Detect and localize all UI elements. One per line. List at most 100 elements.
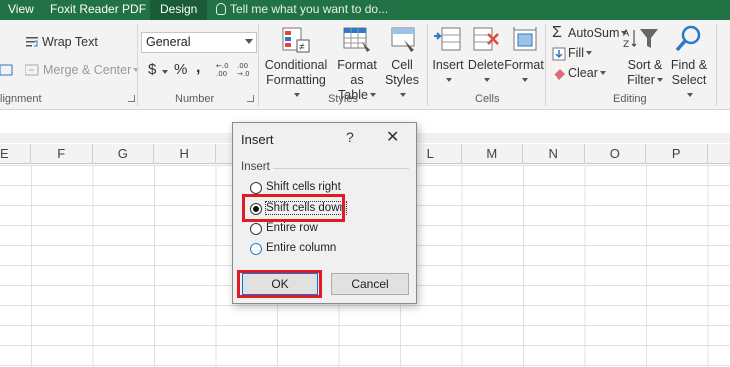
editing-group-label: Editing bbox=[613, 93, 647, 105]
increase-decimal-icon[interactable]: ←.0 .00 bbox=[215, 61, 233, 77]
radio-button[interactable] bbox=[250, 223, 262, 235]
delete-label: Delete bbox=[467, 58, 505, 72]
svg-text:≠: ≠ bbox=[299, 42, 305, 53]
fill-button[interactable]: Fill bbox=[568, 46, 592, 60]
cells-group-label: Cells bbox=[475, 93, 500, 105]
column-header[interactable]: M bbox=[462, 144, 523, 164]
styles-group-label: Styles bbox=[328, 93, 358, 105]
delete-button[interactable]: Delete bbox=[466, 58, 506, 88]
tell-me-text: Tell me what you want to do... bbox=[230, 2, 389, 16]
format-button[interactable]: Format bbox=[504, 58, 544, 88]
format-as-table-icon bbox=[343, 27, 370, 52]
svg-text:Z: Z bbox=[623, 40, 629, 50]
radio-label: Entire row bbox=[266, 222, 318, 234]
cell-styles-line2: Styles bbox=[384, 73, 420, 87]
number-group-label: Number bbox=[175, 93, 215, 105]
decrease-decimal-icon[interactable]: .00 →.0 bbox=[236, 61, 254, 77]
insert-group-label: Insert bbox=[241, 161, 270, 173]
find-select-line2: Select bbox=[671, 73, 707, 87]
lightbulb-icon bbox=[216, 3, 226, 15]
ribbon-separator bbox=[258, 24, 259, 106]
sigma-icon: Σ bbox=[552, 24, 562, 41]
comma-button[interactable]: , bbox=[196, 59, 200, 77]
svg-text:.00: .00 bbox=[237, 62, 248, 70]
autosum-label: AutoSum bbox=[568, 26, 620, 40]
format-label: Format bbox=[504, 58, 544, 72]
cell-styles-button[interactable]: Cell Styles bbox=[382, 58, 422, 103]
merge-center-button[interactable]: Merge & Center bbox=[43, 63, 140, 77]
sort-filter-icon: A Z bbox=[623, 29, 658, 50]
group-divider bbox=[273, 168, 409, 169]
chevron-down-icon bbox=[294, 93, 300, 97]
highlight-box-ok bbox=[237, 270, 322, 298]
clear-label: Clear bbox=[568, 66, 598, 80]
column-header[interactable]: G bbox=[93, 144, 154, 164]
conditional-formatting-button[interactable]: Conditional Formatting bbox=[263, 58, 329, 103]
chevron-down-icon bbox=[400, 93, 406, 97]
ribbon-separator bbox=[427, 24, 428, 106]
chevron-down-icon bbox=[245, 39, 253, 44]
merge-center-icon bbox=[25, 64, 39, 76]
column-header[interactable]: N bbox=[523, 144, 585, 164]
tab-foxit-reader-pdf[interactable]: Foxit Reader PDF bbox=[50, 2, 146, 16]
ribbon-separator bbox=[545, 24, 546, 106]
cancel-button[interactable]: Cancel bbox=[331, 273, 409, 295]
chevron-down-icon bbox=[484, 78, 490, 82]
radio-button[interactable] bbox=[250, 182, 262, 194]
dialog-title: Insert bbox=[241, 132, 274, 147]
chevron-down-icon bbox=[522, 78, 528, 82]
help-button[interactable]: ? bbox=[346, 129, 354, 145]
delete-cells-icon bbox=[473, 27, 499, 51]
column-header[interactable]: P bbox=[646, 144, 708, 164]
autosum-button[interactable]: AutoSum bbox=[568, 26, 628, 40]
column-header[interactable]: F bbox=[31, 144, 93, 164]
currency-button[interactable]: $ bbox=[148, 61, 156, 78]
chevron-down-icon bbox=[162, 70, 168, 74]
percent-button[interactable]: % bbox=[174, 61, 187, 78]
fill-label: Fill bbox=[568, 46, 584, 60]
column-header[interactable]: E bbox=[0, 144, 31, 164]
radio-button[interactable] bbox=[250, 243, 262, 255]
ribbon-tab-bar: View Foxit Reader PDF Design Tell me wha… bbox=[0, 0, 730, 20]
ribbon-separator bbox=[137, 24, 138, 106]
conditional-formatting-line1: Conditional bbox=[264, 58, 328, 72]
radio-label: Shift cells right bbox=[266, 181, 341, 193]
chevron-down-icon bbox=[585, 51, 592, 55]
sort-filter-button[interactable]: Sort & Filter bbox=[624, 58, 666, 88]
cell-styles-line1: Cell bbox=[391, 58, 413, 72]
svg-text:→.0: →.0 bbox=[237, 70, 250, 77]
ribbon-separator bbox=[716, 24, 717, 106]
insert-button[interactable]: Insert bbox=[429, 58, 467, 88]
format-cells-icon bbox=[513, 27, 537, 51]
clear-button[interactable]: Clear bbox=[568, 66, 606, 80]
svg-text:A: A bbox=[623, 29, 630, 39]
tab-design[interactable]: Design bbox=[150, 0, 208, 20]
eraser-icon bbox=[553, 69, 565, 80]
column-header[interactable]: H bbox=[154, 144, 216, 164]
number-format-select[interactable]: General bbox=[141, 32, 257, 53]
tell-me-search[interactable]: Tell me what you want to do... bbox=[216, 2, 388, 16]
highlight-box-shift-cells-down bbox=[242, 194, 345, 222]
format-as-table-line1: Format as bbox=[337, 58, 377, 87]
wrap-text-button[interactable]: Wrap Text bbox=[42, 35, 98, 49]
column-header[interactable]: O bbox=[585, 144, 646, 164]
close-icon[interactable]: ✕ bbox=[386, 127, 399, 147]
cell-styles-icon bbox=[391, 27, 415, 52]
svg-text:←.0: ←.0 bbox=[216, 62, 229, 70]
find-select-line1: Find & bbox=[670, 58, 708, 72]
chevron-down-icon bbox=[599, 71, 606, 75]
merge-center-label: Merge & Center bbox=[43, 63, 132, 77]
alignment-launcher-icon[interactable] bbox=[128, 95, 135, 102]
number-format-value: General bbox=[146, 35, 191, 49]
wrap-text-icon bbox=[26, 37, 38, 47]
fill-down-icon bbox=[552, 47, 566, 61]
number-launcher-icon[interactable] bbox=[247, 95, 254, 102]
alignment-group-label: lignment bbox=[0, 93, 42, 105]
sort-filter-line1: Sort & bbox=[627, 58, 663, 72]
ribbon: Wrap Text Merge & Center lignment Genera… bbox=[0, 20, 730, 110]
sort-filter-line2: Filter bbox=[627, 73, 655, 87]
chevron-down-icon bbox=[687, 93, 693, 97]
tab-view[interactable]: View bbox=[8, 2, 34, 16]
align-left-icon bbox=[0, 64, 13, 76]
find-select-button[interactable]: Find & Select bbox=[668, 58, 710, 103]
